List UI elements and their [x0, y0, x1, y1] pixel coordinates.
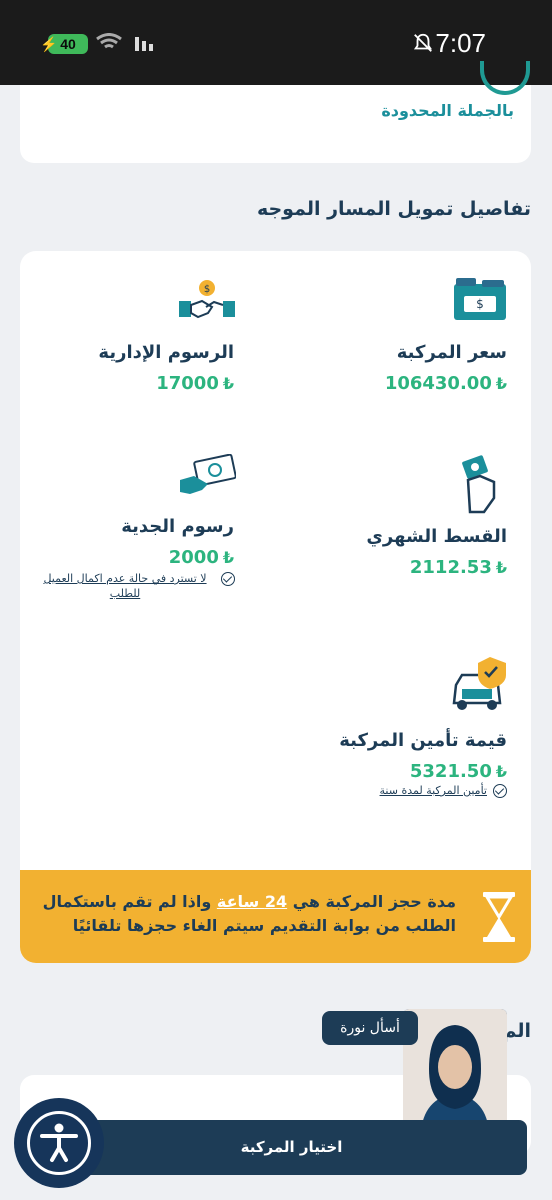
currency-icon: ₺ [222, 374, 234, 393]
handshake-icon: $ [179, 280, 235, 319]
select-vehicle-button[interactable]: اختيار المركبة [56, 1120, 527, 1175]
svg-text:$: $ [476, 297, 484, 311]
currency-icon: ₺ [495, 762, 507, 781]
reservation-text: مدة حجز المركبة هي 24 ساعة واذا لم تقم ب… [43, 890, 456, 938]
insurance-note: تأمين المركبة لمدة سنة [380, 783, 507, 798]
section-title: تفاصيل تمويل المسار الموجه [256, 198, 531, 220]
seriousness-fees-value: ₺2000 [121, 547, 234, 568]
seriousness-fees: رسوم الجدية ₺2000 [121, 516, 234, 568]
currency-icon: ₺ [222, 548, 234, 567]
banner-line2: الطلب من بوابة التقديم سيتم الغاء حجزها … [72, 916, 456, 935]
seriousness-fees-label: رسوم الجدية [121, 516, 234, 537]
insurance-value-amount: 5321.50 [409, 761, 492, 782]
financing-details-card: $ سعر المركبة ₺106430.00 $ الرسوم الإدار… [20, 251, 531, 963]
battery-indicator: ⚡ 40 [40, 34, 88, 54]
signal-icon [135, 37, 153, 51]
banner-highlight: 24 ساعة [216, 892, 288, 911]
seriousness-fees-note-text: لا تسترد في حالة عدم اكمال العميل للطلب [43, 572, 207, 600]
check-circle-icon [221, 572, 235, 586]
assistant-avatar[interactable] [403, 1009, 507, 1133]
insurance-note-text: تأمين المركبة لمدة سنة [379, 784, 487, 797]
accessibility-icon [40, 1123, 78, 1162]
monthly-installment-amount: 2112.53 [409, 557, 492, 578]
svg-text:$: $ [204, 284, 210, 295]
mute-icon [413, 33, 433, 52]
currency-icon: ₺ [495, 374, 507, 393]
seriousness-fees-note: لا تسترد في حالة عدم اكمال العميل للطلب [35, 571, 235, 601]
monthly-installment-value: ₺2112.53 [366, 557, 507, 578]
vehicle-price-label: سعر المركبة [396, 342, 507, 363]
insurance-value-amount-row: ₺5321.50 [339, 761, 507, 782]
charging-icon: ⚡ [40, 36, 58, 52]
accessibility-button[interactable] [14, 1098, 104, 1188]
vehicle-price-value: ₺106430.00 [385, 373, 507, 394]
cash-stack-icon: $ [454, 278, 506, 320]
car-shield-icon [452, 657, 506, 710]
assistant-portrait-icon [403, 1009, 507, 1133]
admin-fees-value: ₺17000 [98, 373, 234, 394]
monthly-installment: القسط الشهري ₺2112.53 [366, 526, 507, 578]
dealer-logo-icon [480, 61, 530, 95]
clock: 7:07 [435, 28, 486, 58]
banner-line1-post: واذا لم تقم باستكمال [42, 892, 212, 911]
insurance-value-label: قيمة تأمين المركبة [339, 730, 507, 751]
insurance-value: قيمة تأمين المركبة ₺5321.50 [339, 730, 507, 782]
reservation-banner: مدة حجز المركبة هي 24 ساعة واذا لم تقم ب… [20, 870, 531, 963]
battery-level: 40 [60, 36, 76, 52]
admin-fees: الرسوم الإدارية ₺17000 [98, 342, 234, 394]
admin-fees-label: الرسوم الإدارية [98, 342, 234, 363]
monthly-installment-label: القسط الشهري [366, 526, 507, 547]
dealer-card: بالجملة المحدودة [20, 61, 531, 163]
accessibility-ring [27, 1111, 91, 1175]
vehicle-price-amount: 106430.00 [384, 373, 492, 394]
status-bar: ⚡ 40 7:07 [0, 0, 552, 85]
hand-money-icon [462, 455, 496, 514]
currency-icon: ₺ [495, 558, 507, 577]
ask-assistant-button[interactable]: أسأل نورة [322, 1011, 418, 1045]
seriousness-fees-amount: 2000 [168, 547, 219, 568]
dealer-name: بالجملة المحدودة [381, 101, 514, 120]
hand-bill-icon [180, 454, 236, 494]
banner-line1-pre: مدة حجز المركبة هي [292, 892, 456, 911]
admin-fees-amount: 17000 [156, 373, 219, 394]
hourglass-icon [483, 892, 515, 942]
vehicle-price: سعر المركبة ₺106430.00 [385, 342, 507, 394]
check-circle-icon [493, 784, 507, 798]
wifi-icon [96, 33, 122, 49]
